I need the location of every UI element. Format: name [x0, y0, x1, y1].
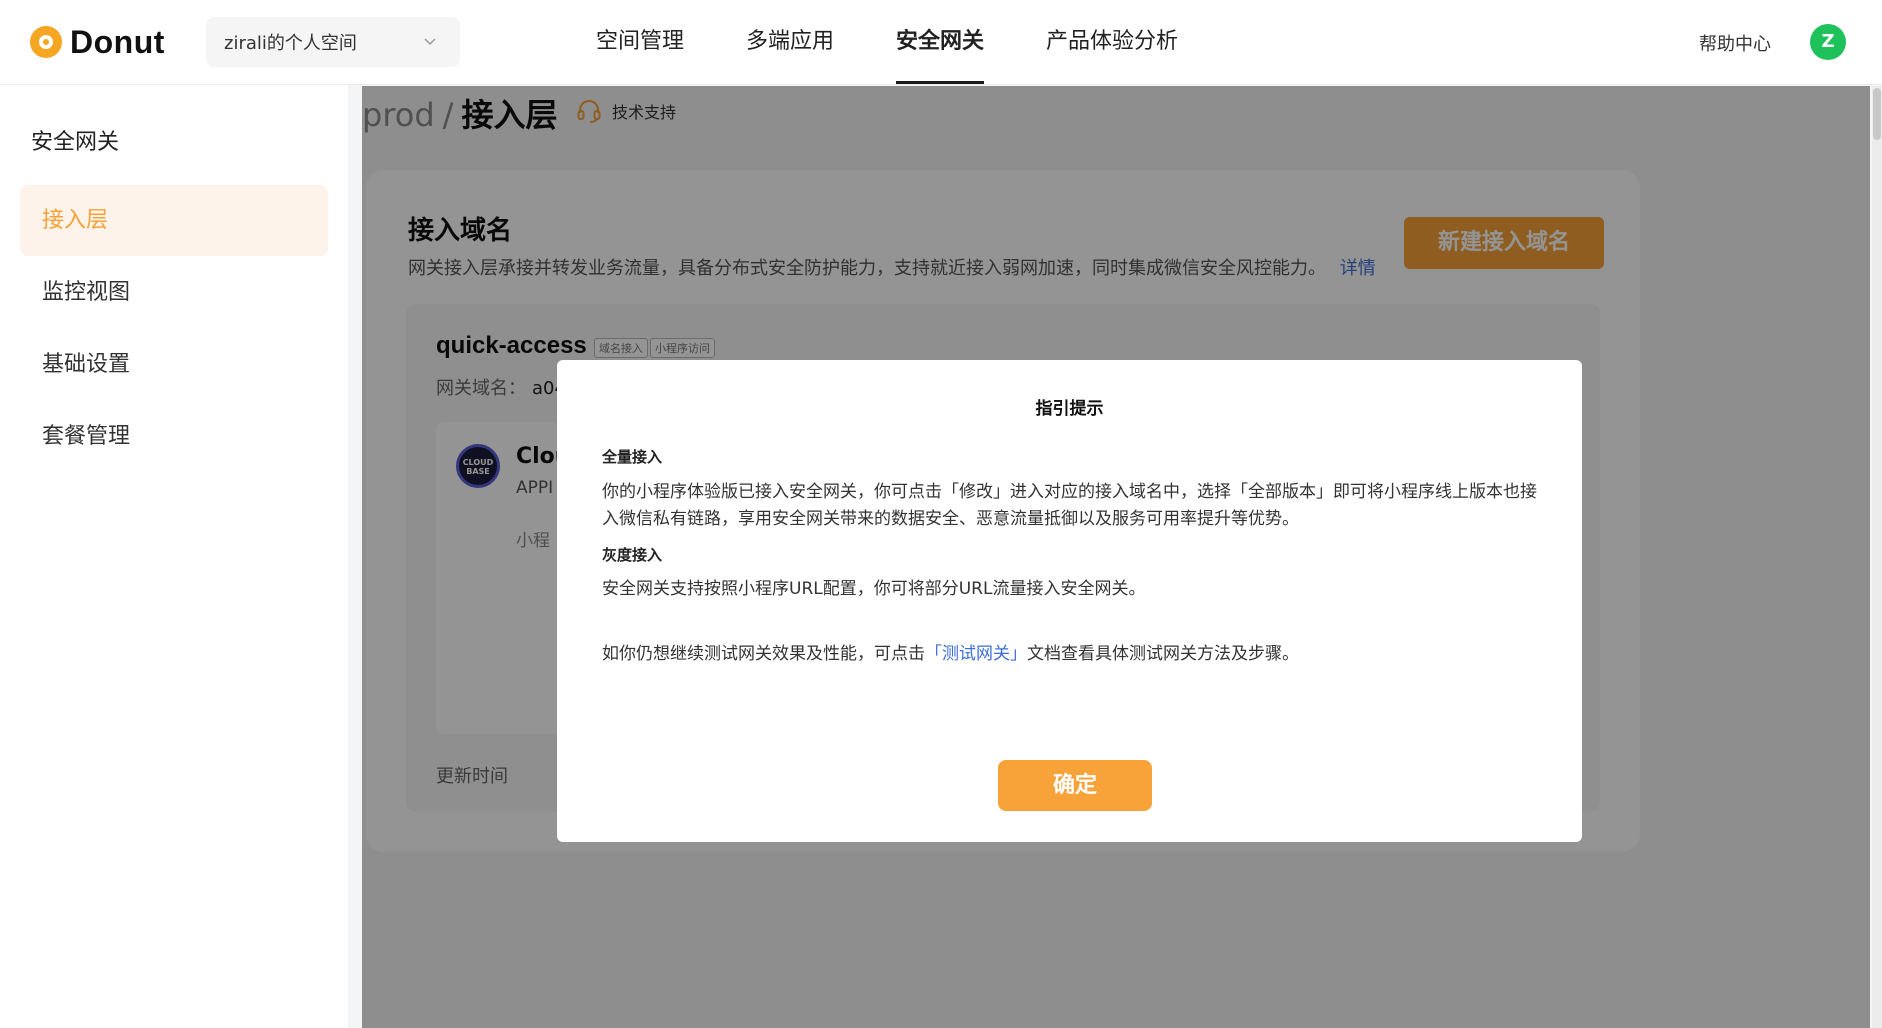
modal-section-gray-access-title: 灰度接入	[602, 546, 663, 564]
nav-multi-platform-apps[interactable]: 多端应用	[746, 0, 834, 84]
top-header: Donut zirali的个人空间 空间管理 多端应用 安全网关 产品体验分析 …	[0, 0, 1882, 85]
sidebar-item-monitoring[interactable]: 监控视图	[20, 257, 328, 328]
modal-section-full-access-title: 全量接入	[602, 448, 663, 466]
sidebar-item-basic-settings[interactable]: 基础设置	[20, 329, 328, 400]
confirm-button[interactable]: 确定	[998, 760, 1152, 811]
logo-text: Donut	[70, 23, 165, 60]
scrollbar-thumb[interactable]	[1873, 88, 1881, 140]
guide-modal: 指引提示 全量接入 你的小程序体验版已接入安全网关，你可点击「修改」进入对应的接…	[557, 360, 1582, 842]
modal-note: 如你仍想继续测试网关效果及性能，可点击「测试网关」文档查看具体测试网关方法及步骤…	[602, 641, 1542, 668]
modal-title: 指引提示	[1035, 399, 1104, 419]
space-selector-label: zirali的个人空间	[224, 33, 357, 54]
sidebar-item-plan-management[interactable]: 套餐管理	[20, 401, 328, 472]
nav-space-management[interactable]: 空间管理	[596, 0, 684, 84]
avatar[interactable]: Z	[1810, 24, 1846, 60]
space-selector[interactable]: zirali的个人空间	[206, 17, 460, 67]
modal-section-full-access-text: 你的小程序体验版已接入安全网关，你可点击「修改」进入对应的接入域名中，选择「全部…	[602, 482, 1537, 529]
sidebar-item-access-layer[interactable]: 接入层	[20, 185, 328, 256]
help-center-link[interactable]: 帮助中心	[1699, 30, 1771, 56]
chevron-down-icon	[424, 38, 436, 46]
sidebar-title: 安全网关	[31, 130, 120, 155]
logo[interactable]: Donut	[30, 24, 165, 60]
test-gateway-link[interactable]: 「测试网关」	[925, 644, 1027, 664]
scrollbar[interactable]	[1872, 86, 1882, 1028]
sidebar: 安全网关 接入层 监控视图 基础设置 套餐管理	[0, 84, 349, 1028]
nav-security-gateway[interactable]: 安全网关	[896, 0, 985, 84]
modal-note-before: 如你仍想继续测试网关效果及性能，可点击	[602, 644, 925, 664]
main-nav: 空间管理 多端应用 安全网关 产品体验分析	[596, 0, 1240, 84]
modal-section-gray-access-text: 安全网关支持按照小程序URL配置，你可将部分URL流量接入安全网关。	[602, 579, 1146, 599]
nav-product-analytics[interactable]: 产品体验分析	[1046, 0, 1178, 84]
modal-note-after: 文档查看具体测试网关方法及步骤。	[1027, 644, 1299, 664]
logo-icon	[30, 26, 62, 58]
